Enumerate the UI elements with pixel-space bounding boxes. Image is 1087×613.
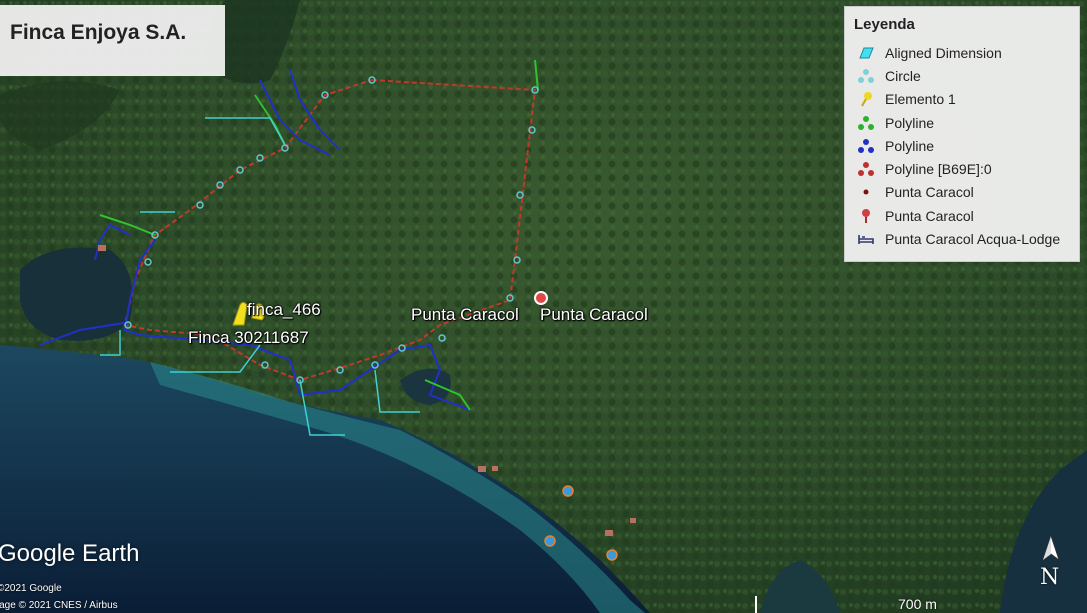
lodging-icon [855, 230, 877, 248]
legend-item-polyline-blue[interactable]: Polyline [855, 134, 1060, 157]
punta-caracol-placemark[interactable] [534, 291, 548, 305]
dot-icon [855, 183, 877, 201]
legend-item-elemento-1[interactable]: Elemento 1 [855, 88, 1060, 111]
label-punta-caracol-2[interactable]: Punta Caracol [540, 305, 648, 325]
legend-label: Elemento 1 [885, 91, 956, 108]
legend-label: Punta Caracol [885, 184, 974, 201]
google-earth-logo: Google Earth [0, 540, 140, 567]
legend-item-acqua-lodge[interactable]: Punta Caracol Acqua-Lodge [855, 227, 1060, 250]
north-arrow-icon [1042, 534, 1060, 562]
legend-label: Polyline [885, 137, 935, 154]
aligned-dimension-icon [855, 44, 877, 62]
copyright-imagery: Image © 2021 CNES / Airbus [0, 600, 118, 611]
legend-panel: Leyenda Aligned Dimension Circle Element… [844, 6, 1080, 262]
placemark-icon [855, 207, 877, 225]
label-punta-caracol-1[interactable]: Punta Caracol [411, 305, 519, 325]
legend-label: Circle [885, 67, 921, 84]
north-label: N [1040, 565, 1060, 590]
legend-label: Polyline [885, 114, 935, 131]
legend-label: Polyline [B69E]:0 [885, 161, 992, 178]
legend-label: Aligned Dimension [885, 44, 1002, 61]
legend-heading: Leyenda [854, 16, 915, 33]
polyline-green-icon [855, 114, 877, 132]
polyline-red-icon [855, 160, 877, 178]
scale-label: 700 m [898, 596, 937, 612]
map-title: Finca Enjoya S.A. [10, 21, 187, 44]
label-finca-466[interactable]: finca_466 [247, 300, 321, 320]
legend-item-polyline-red[interactable]: Polyline [B69E]:0 [855, 157, 1060, 180]
inner-bay [20, 247, 133, 341]
polyline-blue-icon [855, 137, 877, 155]
legend-item-circle[interactable]: Circle [855, 64, 1060, 87]
legend-label: Punta Caracol [885, 207, 974, 224]
pushpin-icon [855, 90, 877, 108]
legend-item-aligned-dimension[interactable]: Aligned Dimension [855, 41, 1060, 64]
legend-item-punta-caracol-placemark[interactable]: Punta Caracol [855, 204, 1060, 227]
legend-label: Punta Caracol Acqua-Lodge [885, 231, 1061, 248]
label-finca-30211687[interactable]: Finca 30211687 [188, 328, 309, 348]
legend-item-polyline-green[interactable]: Polyline [855, 111, 1060, 134]
map-title-box: Finca Enjoya S.A. [0, 5, 225, 76]
circle-icon [855, 67, 877, 85]
legend-item-punta-caracol-dot[interactable]: Punta Caracol [855, 181, 1060, 204]
copyright-google: ©2021 Google [0, 583, 62, 594]
north-arrow[interactable]: N [1036, 534, 1066, 594]
